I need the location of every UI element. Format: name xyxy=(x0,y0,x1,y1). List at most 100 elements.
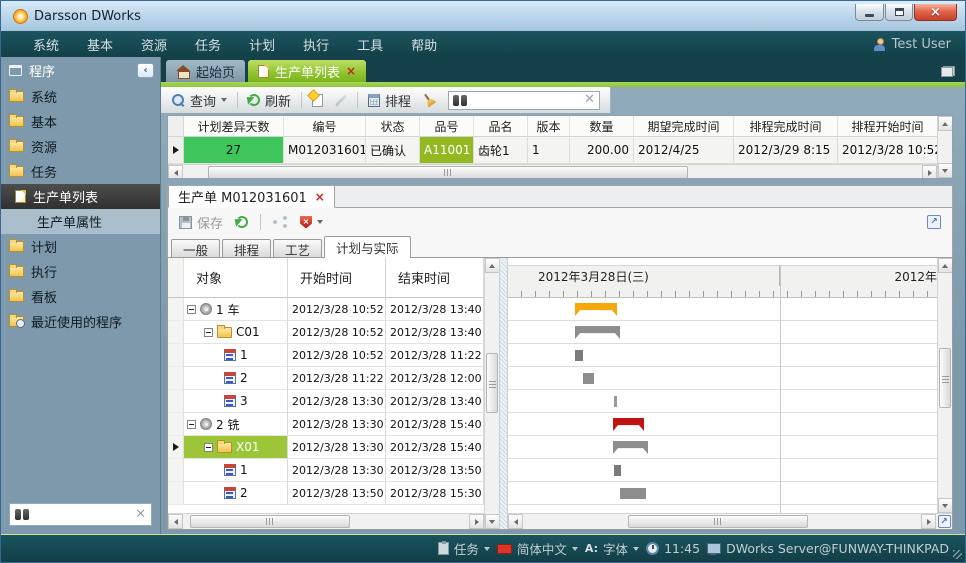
tree-row-7[interactable]: 12012/3/28 13:302012/3/28 13:50 xyxy=(168,459,484,482)
gantt-bar-3[interactable] xyxy=(583,373,594,384)
gantt-vscroll-thumb[interactable] xyxy=(939,348,951,408)
gantt-popout-button[interactable]: ↗ xyxy=(936,513,952,529)
tab-close-icon[interactable]: × xyxy=(346,66,356,76)
tree-cell-object[interactable]: 1 xyxy=(184,344,288,367)
grid-col-2[interactable]: 状态 xyxy=(366,116,420,137)
gantt-bar-0[interactable] xyxy=(575,303,617,316)
menu-item-3[interactable]: 任务 xyxy=(181,31,235,57)
tree-row-4[interactable]: 32012/3/28 13:302012/3/28 13:40 xyxy=(168,390,484,413)
sidebar-item-1[interactable]: 基本 xyxy=(1,109,160,134)
gantt-bar-5[interactable] xyxy=(613,418,644,431)
scroll-down-icon[interactable] xyxy=(938,163,953,178)
popout-button[interactable]: ↗ xyxy=(924,213,944,231)
edit-button[interactable] xyxy=(331,92,350,109)
status-font-menu[interactable]: A: 字体 xyxy=(585,539,639,558)
tree-hscroll-thumb[interactable] xyxy=(190,515,350,528)
scroll-right-icon[interactable] xyxy=(922,165,937,178)
detail-tab-close-icon[interactable]: × xyxy=(315,192,325,202)
gantt-bar-6[interactable] xyxy=(613,441,648,454)
refresh-button[interactable]: 刷新 xyxy=(245,89,294,112)
sidebar-item-4[interactable]: 生产单列表 xyxy=(1,184,160,209)
menu-item-2[interactable]: 资源 xyxy=(127,31,181,57)
toolbar-search-input[interactable] xyxy=(471,93,580,107)
sidebar-item-6[interactable]: 计划 xyxy=(1,234,160,259)
grid-col-5[interactable]: 版本 xyxy=(528,116,570,137)
status-language-menu[interactable]: 简体中文 xyxy=(497,539,578,558)
validate-button[interactable]: × xyxy=(297,214,326,231)
tab-production-order-list[interactable]: 生产单列表 × xyxy=(248,60,366,82)
tree-cell-object[interactable]: 2 xyxy=(184,367,288,390)
sidebar-item-5[interactable]: 生产单属性 xyxy=(1,209,160,234)
tree-row-2[interactable]: 12012/3/28 10:522012/3/28 11:22 xyxy=(168,344,484,367)
sidebar-search-clear-icon[interactable]: ✕ xyxy=(135,509,146,521)
tree-cell-object[interactable]: 2 铣 xyxy=(184,413,288,436)
sidebar-item-0[interactable]: 系统 xyxy=(1,84,160,109)
tree-hscrollbar[interactable] xyxy=(168,513,484,529)
scroll-right-icon[interactable] xyxy=(469,514,484,529)
scroll-left-icon[interactable] xyxy=(168,514,183,529)
tree-vscroll-thumb[interactable] xyxy=(486,353,498,413)
close-button[interactable]: × xyxy=(914,4,957,21)
scroll-up-icon[interactable] xyxy=(938,116,953,131)
scroll-right-icon[interactable] xyxy=(921,514,936,529)
scroll-left-icon[interactable] xyxy=(508,514,523,529)
detail-tab-3[interactable]: 计划与实际 xyxy=(324,236,411,258)
grid-col-7[interactable]: 期望完成时间 xyxy=(634,116,734,137)
grid-col-3[interactable]: 品号 xyxy=(420,116,474,137)
detail-tab-1[interactable]: 排程 xyxy=(222,239,271,258)
query-button[interactable]: 查询 xyxy=(169,89,230,112)
splitter-handle[interactable] xyxy=(499,258,508,529)
menu-item-5[interactable]: 执行 xyxy=(289,31,343,57)
gantt-bar-4[interactable] xyxy=(614,396,617,407)
save-button[interactable]: 保存 xyxy=(176,211,226,234)
tree-row-8[interactable]: 22012/3/28 13:502012/3/28 15:30 xyxy=(168,482,484,505)
expander-icon[interactable] xyxy=(204,328,213,337)
sidebar-item-2[interactable]: 资源 xyxy=(1,134,160,159)
minimize-button[interactable] xyxy=(855,4,884,21)
grid-hscrollbar[interactable] xyxy=(168,164,937,178)
grid-hscroll-thumb[interactable] xyxy=(208,166,688,178)
grid-col-1[interactable]: 编号 xyxy=(284,116,366,137)
gantt-bar-8[interactable] xyxy=(620,488,646,499)
sidebar-item-7[interactable]: 执行 xyxy=(1,259,160,284)
user-indicator[interactable]: Test User xyxy=(873,37,951,52)
gantt-hscroll-thumb[interactable] xyxy=(628,515,808,528)
sidebar-item-3[interactable]: 任务 xyxy=(1,159,160,184)
grid-vscrollbar[interactable] xyxy=(937,116,952,178)
resize-grip[interactable] xyxy=(953,550,962,559)
grid-col-8[interactable]: 排程完成时间 xyxy=(734,116,838,137)
maximize-button[interactable] xyxy=(885,4,913,21)
tree-cell-object[interactable]: 2 xyxy=(184,482,288,505)
grid-col-6[interactable]: 数量 xyxy=(570,116,634,137)
menu-item-7[interactable]: 帮助 xyxy=(397,31,451,57)
menu-item-4[interactable]: 计划 xyxy=(235,31,289,57)
expander-icon[interactable] xyxy=(187,305,196,314)
grid-col-0[interactable]: 计划差异天数 xyxy=(184,116,284,137)
scroll-up-icon[interactable] xyxy=(938,258,953,273)
gantt-hscrollbar[interactable] xyxy=(508,513,936,529)
window-list-icon[interactable] xyxy=(941,66,955,77)
detail-refresh-button[interactable] xyxy=(233,214,251,230)
detail-tab-0[interactable]: 一般 xyxy=(171,239,220,258)
menu-item-1[interactable]: 基本 xyxy=(73,31,127,57)
expander-icon[interactable] xyxy=(187,420,196,429)
tree-row-0[interactable]: 1 车2012/3/28 10:522012/3/28 13:40 xyxy=(168,298,484,321)
tree-row-1[interactable]: C012012/3/28 10:522012/3/28 13:40 xyxy=(168,321,484,344)
gantt-bar-2[interactable] xyxy=(575,350,583,361)
tree-cell-object[interactable]: 3 xyxy=(184,390,288,413)
menu-item-0[interactable]: 系统 xyxy=(19,31,73,57)
tree-row-5[interactable]: 2 铣2012/3/28 13:302012/3/28 15:40 xyxy=(168,413,484,436)
scroll-left-icon[interactable] xyxy=(168,165,183,178)
tree-row-3[interactable]: 22012/3/28 11:222012/3/28 12:00 xyxy=(168,367,484,390)
schedule-button[interactable]: 排程 xyxy=(365,89,414,112)
sidebar-search-input[interactable] xyxy=(34,508,130,522)
tree-row-6[interactable]: X012012/3/28 13:302012/3/28 15:40 xyxy=(168,436,484,459)
gantt-vscrollbar[interactable] xyxy=(937,258,952,513)
hierarchy-button[interactable] xyxy=(270,214,290,230)
tree-cell-object[interactable]: X01 xyxy=(184,436,288,459)
scroll-down-icon[interactable] xyxy=(485,514,500,529)
grid-col-4[interactable]: 品名 xyxy=(474,116,528,137)
tree-cell-object[interactable]: 1 车 xyxy=(184,298,288,321)
clear-schedule-button[interactable] xyxy=(419,91,439,109)
tree-vscrollbar[interactable] xyxy=(484,258,499,529)
